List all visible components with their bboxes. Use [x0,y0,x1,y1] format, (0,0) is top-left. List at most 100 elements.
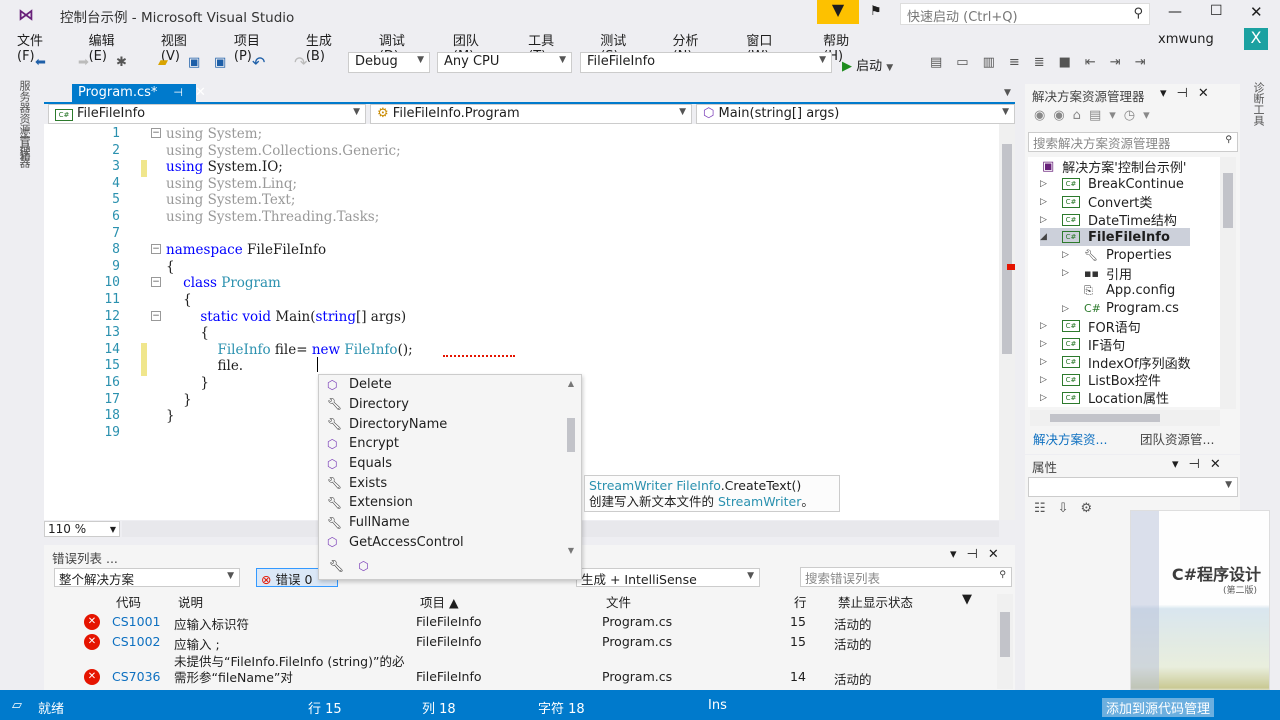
solution-vscrollbar[interactable] [1220,157,1236,409]
user-avatar[interactable]: X [1244,28,1268,50]
error-code[interactable]: CS7036 [112,669,160,684]
expand-arrow-icon[interactable]: ▷ [1062,304,1084,314]
redo-icon[interactable]: ↷ [294,53,307,72]
expand-arrow-icon[interactable]: ▷ [1040,321,1062,331]
solution-search-input[interactable]: 搜索解决方案资源管理器 ⚲ [1028,132,1238,152]
quick-launch-input[interactable]: 快速启动 (Ctrl+Q) ⚲ [900,3,1150,25]
tree-item[interactable]: ▷ C# Convert类 [1040,193,1240,211]
tree-item[interactable]: ▷ C# FOR语句 [1040,317,1240,336]
menu-item[interactable]: 工具(T) [511,30,571,64]
column-header[interactable]: 文件 [606,592,631,611]
fold-toggle[interactable]: − [151,277,161,288]
source-control-button[interactable]: 添加到源代码管理 [1102,698,1215,717]
minimize-button[interactable]: — [1168,4,1182,20]
completion-item[interactable]: 🔧︎ Exists [327,474,387,494]
tree-item[interactable]: ▷ C# BreakContinue [1040,175,1240,193]
menu-item[interactable]: 文件(F) [0,30,60,64]
tree-item[interactable]: ▷ C# ListBox控件 [1040,371,1240,389]
solution-hscrollbar[interactable] [1030,410,1220,426]
code-line[interactable]: using System.Collections.Generic; [166,143,401,159]
tab-program-cs[interactable]: Program.cs* ⊣ ✕ [72,84,206,103]
completion-item[interactable]: 🔧︎ Directory [327,395,409,415]
menu-item[interactable]: 帮助(H) [806,30,868,64]
feedback-icon[interactable]: ⚑ [870,4,882,19]
menu-item[interactable]: 团队(M) [436,30,499,64]
toolbar-icons[interactable]: ▤▭▥≡≣■⇤⇥⇥ [930,55,1160,70]
scope-select[interactable]: 整个解决方案 ▼ [54,568,240,587]
fold-toggle[interactable]: − [151,244,161,255]
completion-filters[interactable]: 🔧︎⬡ [329,559,383,573]
collapse-arrow-icon[interactable]: ◢ [1040,232,1062,242]
property-filter-icon[interactable]: 🔧︎ [329,559,358,573]
completion-item[interactable]: ⬡ Delete [327,375,392,395]
completion-item[interactable]: ⬡ GetAccessControl [327,533,464,553]
editor-vscrollbar[interactable] [999,124,1015,520]
expand-arrow-icon[interactable]: ▷ [1040,179,1062,189]
undo-icon[interactable]: ↶ [252,53,265,72]
completion-item[interactable]: 🔧︎ Extension [327,493,413,513]
error-search-input[interactable]: 搜索错误列表 ⚲ [800,567,1012,587]
properties-toolbar[interactable]: ☷⇩⚙ [1034,501,1104,516]
code-line[interactable]: { [166,325,209,341]
completion-item[interactable]: ⬡ Encrypt [327,434,399,454]
code-line[interactable]: } [166,392,192,408]
column-header[interactable]: 禁止显示状态 [838,592,913,611]
completion-scrollbar[interactable]: ▲ ▼ [565,379,577,555]
back-icon[interactable]: ⬅ [35,55,46,70]
properties-object-select[interactable]: ▼ [1028,477,1238,497]
tab-overflow-icon[interactable]: ▼ [1004,88,1011,98]
error-code[interactable]: CS1001 [112,614,160,629]
save-all-icon[interactable]: ▣ [214,55,226,70]
error-code[interactable]: CS1002 [112,634,160,649]
code-line[interactable]: static void Main(string[] args) [166,309,406,325]
code-line[interactable]: using System.IO; [166,159,283,175]
code-line[interactable]: file. [166,358,243,374]
menu-item[interactable]: 调试(D) [362,30,424,64]
tree-item[interactable]: ▷ C# IndexOf序列函数 [1040,353,1240,372]
code-line[interactable]: { [166,259,175,275]
code-line[interactable]: using System.Threading.Tasks; [166,209,379,225]
completion-item[interactable]: 🔧︎ DirectoryName [327,414,447,434]
menu-item[interactable]: 窗口(W) [729,30,794,64]
code-line[interactable]: using System.Linq; [166,176,297,192]
tree-item[interactable]: ▷ C# DateTime结构 [1040,211,1240,229]
solution-explorer-toolbar[interactable]: ◉◉⌂▤▾◷▾ [1034,108,1158,123]
expand-arrow-icon[interactable]: ▷ [1040,393,1062,403]
expand-arrow-icon[interactable]: ▷ [1040,375,1062,385]
fold-toggle[interactable]: − [151,128,161,138]
diagnostics-tab[interactable]: 诊断工具 [1250,82,1266,126]
code-line[interactable]: class Program [166,275,281,291]
expand-arrow-icon[interactable]: ▷ [1062,268,1084,278]
open-file-icon[interactable]: ▰ [158,55,168,70]
close-button[interactable]: ✕ [1250,3,1263,21]
column-header[interactable]: 行 [794,592,807,611]
fold-toggle[interactable]: − [151,310,161,321]
completion-list[interactable]: ⬡ Delete 🔧︎ Directory 🔧︎ DirectoryName ⬡ Encryp… [318,374,582,580]
tab-solution-explorer[interactable]: 解决方案资... [1033,429,1107,448]
error-list-controls[interactable]: ▾⊣✕ [950,547,1009,562]
start-button[interactable]: ▶ 启动 ▼ [842,55,893,74]
error-list-scrollbar[interactable] [997,594,1013,689]
notification-flag-button[interactable]: ▼ [817,0,859,24]
expand-arrow-icon[interactable]: ▷ [1040,215,1062,225]
menu-item[interactable]: 分析(N) [656,30,718,64]
source-select[interactable]: 生成 + IntelliSense ▼ [576,568,760,587]
code-line[interactable]: FileInfo file= new FileInfo(); [166,342,412,358]
nav-class-select[interactable]: ⚙ FileFileInfo.Program ▼ [370,104,692,124]
forward-icon[interactable]: ➡ [78,55,89,70]
solution-explorer-controls[interactable]: ▾⊣✕ [1160,86,1219,101]
startup-project-select[interactable]: FileFileInfo ▼ [580,52,832,73]
tree-item[interactable]: ◢ C# FileFileInfo [1040,228,1190,247]
code-line[interactable]: } [166,408,175,424]
pin-icon[interactable]: ⊣ [173,86,183,99]
expand-arrow-icon[interactable]: ▷ [1040,197,1062,207]
menu-item[interactable]: 视图(V) [144,30,205,64]
new-project-icon[interactable]: ✱ [116,55,127,70]
menu-item[interactable]: 项目(P) [217,30,277,64]
platform-select[interactable]: Any CPU ▼ [437,52,572,73]
code-line[interactable]: } [166,375,209,391]
column-header[interactable]: 代码 [116,592,141,611]
tree-item[interactable]: ▷ C# Location属性 [1040,389,1240,407]
completion-item[interactable]: 🔧︎ FullName [327,513,410,533]
method-filter-icon[interactable]: ⬡ [358,559,382,573]
